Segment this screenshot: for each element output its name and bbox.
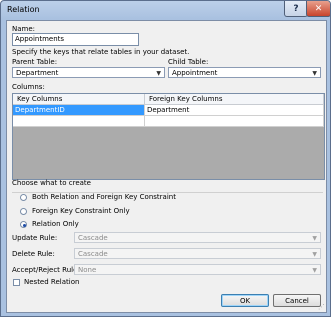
window-title: Relation xyxy=(7,5,40,14)
chevron-down-icon: ▼ xyxy=(312,267,317,274)
accept-reject-rule-select[interactable]: None ▼ xyxy=(74,264,321,275)
chevron-down-icon: ▼ xyxy=(312,235,317,242)
name-label: Name: xyxy=(12,25,36,33)
create-options-label: Choose what to create xyxy=(12,179,91,187)
parent-table-select[interactable]: Department ▼ xyxy=(12,67,165,78)
radio-both-label: Both Relation and Foreign Key Constraint xyxy=(32,193,176,201)
radio-both[interactable] xyxy=(20,194,27,201)
radio-relation-only-label: Relation Only xyxy=(32,220,79,228)
grid-cell-new-key[interactable] xyxy=(13,116,145,127)
dialog-body: Name: Specify the keys that relate table… xyxy=(6,20,327,313)
cancel-button[interactable]: Cancel xyxy=(273,294,321,307)
instructions-text: Specify the keys that relate tables in y… xyxy=(12,48,190,56)
ok-button[interactable]: OK xyxy=(221,294,269,307)
help-button[interactable]: ? xyxy=(284,1,308,17)
update-rule-label: Update Rule: xyxy=(12,234,58,242)
close-button[interactable]: ✕ xyxy=(306,1,330,17)
nested-relation-label: Nested Relation xyxy=(24,278,80,286)
resize-grip-icon[interactable]: ⋰ xyxy=(318,303,325,311)
radio-fk-only-label: Foreign Key Constraint Only xyxy=(32,207,130,215)
parent-table-value: Department xyxy=(16,69,59,77)
grid-cell-new-foreign-key[interactable] xyxy=(145,116,324,127)
child-table-label: Child Table: xyxy=(168,58,209,66)
help-icon: ? xyxy=(293,3,299,14)
relation-dialog: Relation ? ✕ Name: Specify the keys that… xyxy=(0,0,331,317)
grid-cell-key[interactable]: DepartmentID xyxy=(13,105,145,116)
update-rule-select[interactable]: Cascade ▼ xyxy=(74,232,321,243)
radio-relation-only[interactable] xyxy=(20,221,27,228)
parent-table-label: Parent Table: xyxy=(12,58,58,66)
grid-cell-foreign-key[interactable]: Department xyxy=(145,105,324,116)
name-field[interactable] xyxy=(12,33,139,46)
title-bar[interactable]: Relation ? ✕ xyxy=(1,1,330,20)
chevron-down-icon: ▼ xyxy=(312,251,317,258)
child-table-select[interactable]: Appointment ▼ xyxy=(168,67,321,78)
chevron-down-icon: ▼ xyxy=(312,70,317,77)
radio-fk-only[interactable] xyxy=(20,208,27,215)
close-icon: ✕ xyxy=(314,3,323,14)
columns-label: Columns: xyxy=(12,83,45,91)
child-table-value: Appointment xyxy=(172,69,218,77)
nested-relation-checkbox[interactable] xyxy=(13,279,20,286)
delete-rule-select[interactable]: Cascade ▼ xyxy=(74,248,321,259)
columns-grid[interactable]: Key Columns Foreign Key Columns Departme… xyxy=(12,93,325,180)
accept-reject-rule-label: Accept/Reject Rule: xyxy=(12,266,80,274)
update-rule-value: Cascade xyxy=(78,234,108,242)
accept-reject-rule-value: None xyxy=(78,266,97,274)
column-header-key[interactable]: Key Columns xyxy=(13,94,145,105)
column-header-foreign-key[interactable]: Foreign Key Columns xyxy=(145,94,324,105)
delete-rule-value: Cascade xyxy=(78,250,108,258)
delete-rule-label: Delete Rule: xyxy=(12,250,55,258)
chevron-down-icon: ▼ xyxy=(156,70,161,77)
